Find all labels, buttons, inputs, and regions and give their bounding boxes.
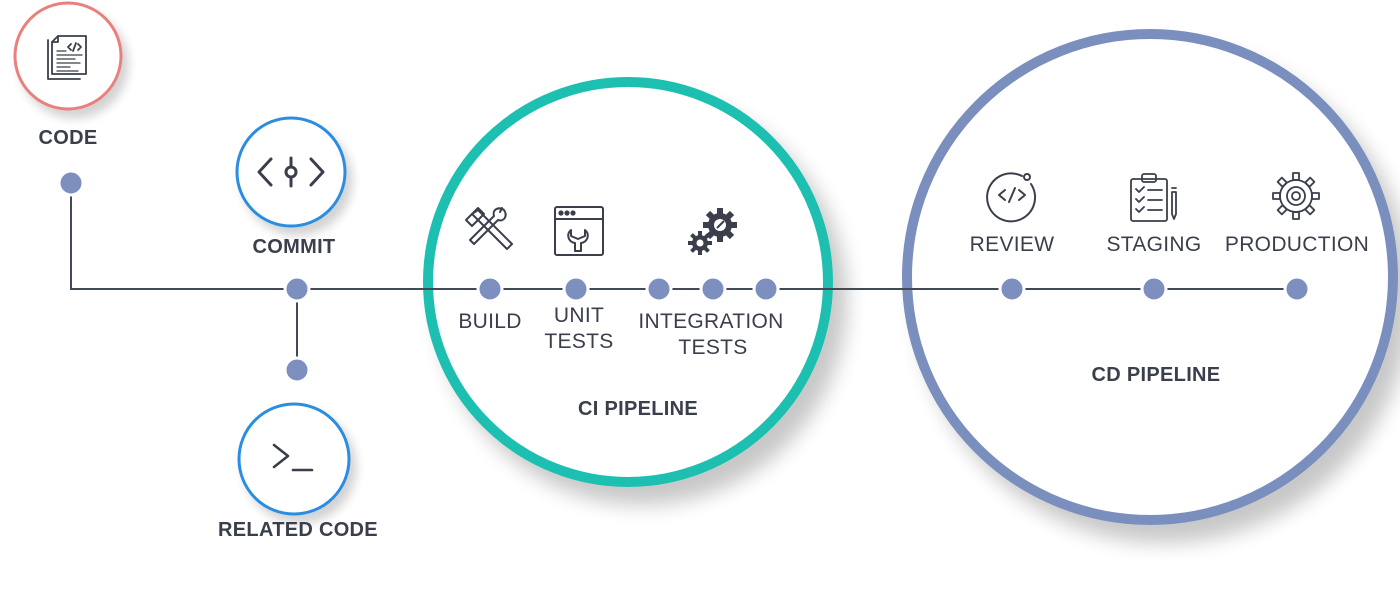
node-unit-tests	[562, 275, 590, 303]
unit-tests-label-line1: UNIT	[553, 304, 605, 327]
node-code	[57, 169, 85, 197]
ci-cd-diagram: CODE COMMIT RELATED CODE CI PIPELINE CD …	[0, 0, 1400, 598]
node-commit	[283, 275, 311, 303]
commit-ring	[235, 116, 347, 228]
code-label: CODE	[38, 127, 98, 149]
node-related-code	[283, 356, 311, 384]
build-label: BUILD	[458, 310, 522, 333]
diagram-canvas	[13, 1, 1398, 525]
staging-label: STAGING	[1106, 233, 1202, 256]
node-staging	[1140, 275, 1168, 303]
unit-tests-label-line2: TESTS	[544, 330, 614, 353]
ci-pipeline-label: CI PIPELINE	[578, 398, 698, 420]
code-ring	[13, 1, 123, 111]
node-integration-1	[645, 275, 673, 303]
node-build	[476, 275, 504, 303]
node-integration-3	[752, 275, 780, 303]
node-production	[1283, 275, 1311, 303]
review-label: REVIEW	[969, 233, 1055, 256]
node-integration-2	[699, 275, 727, 303]
integration-tests-label-line2: TESTS	[678, 336, 748, 359]
cd-pipeline-label: CD PIPELINE	[1091, 364, 1221, 386]
commit-label: COMMIT	[252, 236, 336, 258]
integration-tests-label-line1: INTEGRATION	[638, 310, 784, 333]
node-review	[998, 275, 1026, 303]
production-label: PRODUCTION	[1224, 233, 1370, 256]
related-code-label: RELATED CODE	[218, 519, 378, 541]
related-code-ring	[237, 402, 351, 516]
